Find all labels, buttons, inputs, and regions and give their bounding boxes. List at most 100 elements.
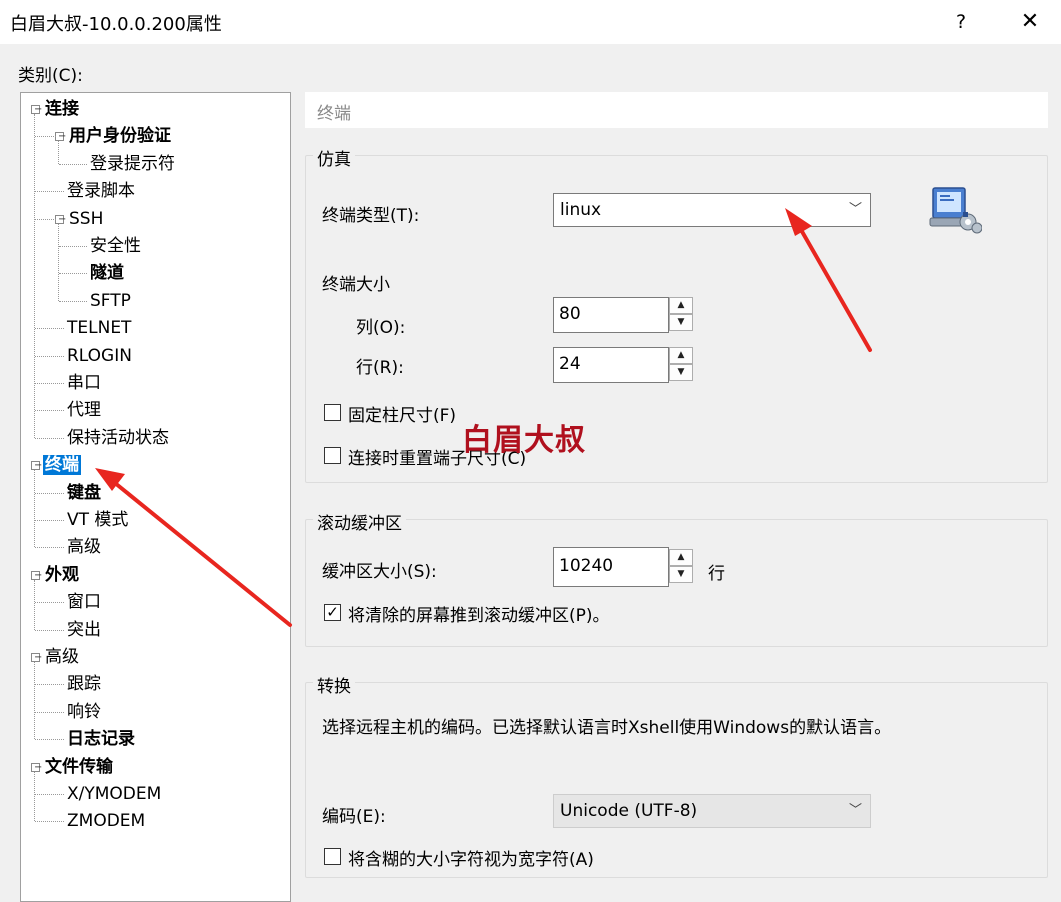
tree-item-label: 保持活动状态	[67, 427, 169, 448]
tree-connector	[59, 300, 87, 302]
spin-up-icon[interactable]: ▲	[669, 347, 693, 364]
category-tree[interactable]: − 连接 − 用户身份验证 登录提示符 登录脚本 − SSH 安全性 隧道 SFTP TELNET RL…	[20, 92, 291, 902]
tree-item[interactable]: 突出	[65, 617, 103, 643]
tree-item[interactable]: 跟踪	[65, 671, 103, 697]
spin-up-icon[interactable]: ▲	[669, 297, 693, 314]
tree-item-label: 突出	[67, 619, 101, 640]
rows-label: 行(R):	[356, 358, 404, 378]
tree-connector	[35, 547, 64, 549]
tree-item[interactable]: − SSH	[55, 206, 105, 232]
help-button[interactable]: ?	[944, 6, 978, 38]
spin-down-icon[interactable]: ▼	[669, 314, 693, 331]
tree-connector	[34, 771, 35, 822]
tree-item[interactable]: − 外观	[31, 562, 81, 588]
tree-connector	[35, 629, 64, 631]
tree-connector	[35, 437, 64, 439]
rows-input[interactable]: 24	[553, 347, 669, 383]
scrollback-group	[305, 519, 1048, 647]
tree-item[interactable]: 串口	[65, 370, 103, 396]
emulation-group-title: 仿真	[313, 145, 355, 170]
rows-stepper[interactable]: ▲ ▼	[669, 347, 693, 381]
spin-down-icon[interactable]: ▼	[669, 566, 693, 583]
tree-item-label: 连接	[45, 99, 79, 119]
collapse-icon[interactable]: −	[31, 105, 42, 115]
tree-item[interactable]: 日志记录	[65, 726, 137, 752]
tree-item-label: 高级	[45, 647, 79, 667]
tree-item[interactable]: − 终端	[31, 452, 81, 478]
tree-item[interactable]: SFTP	[88, 288, 133, 314]
tree-item[interactable]: TELNET	[65, 315, 133, 341]
spin-down-icon[interactable]: ▼	[669, 364, 693, 381]
collapse-icon[interactable]: −	[31, 762, 42, 772]
tree-item-label: 隧道	[90, 263, 124, 284]
tree-item[interactable]: 登录提示符	[88, 151, 177, 177]
tree-item[interactable]: X/YMODEM	[65, 781, 163, 807]
tree-connector	[59, 163, 87, 165]
collapse-icon[interactable]: −	[31, 461, 42, 471]
tree-item-label: 键盘	[67, 482, 101, 503]
tree-item[interactable]: 窗口	[65, 589, 103, 615]
translation-group-title: 转换	[313, 672, 355, 697]
tree-item-label: RLOGIN	[67, 345, 132, 366]
window-title: 白眉大叔-10.0.0.200属性	[10, 14, 222, 35]
collapse-icon[interactable]: −	[31, 570, 42, 580]
tree-item-label: VT 模式	[67, 510, 129, 530]
tree-item[interactable]: 高级	[65, 534, 103, 560]
close-button[interactable]: ✕	[1012, 6, 1048, 38]
spin-up-icon[interactable]: ▲	[669, 549, 693, 566]
buffer-size-stepper[interactable]: ▲ ▼	[669, 549, 693, 583]
reset-size-checkbox[interactable]	[324, 447, 341, 464]
tree-item[interactable]: 登录脚本	[65, 178, 137, 204]
tree-item-label: SSH	[69, 208, 104, 229]
tree-item[interactable]: VT 模式	[65, 507, 130, 533]
tree-connector	[35, 520, 64, 521]
tree-item[interactable]: ZMODEM	[65, 808, 147, 834]
fixed-cols-checkbox[interactable]	[324, 404, 341, 421]
tree-item[interactable]: − 连接	[31, 96, 81, 122]
tree-connector	[35, 218, 56, 220]
tree-connector	[34, 579, 35, 630]
tree-item[interactable]: − 用户身份验证	[55, 123, 173, 149]
encoding-description: 选择远程主机的编码。已选择默认语言时Xshell使用Windows的默认语言。	[322, 718, 892, 738]
tree-item[interactable]: 保持活动状态	[65, 425, 171, 451]
buffer-size-label: 缓冲区大小(S):	[322, 562, 437, 582]
tree-connector	[34, 114, 35, 438]
collapse-icon[interactable]: −	[55, 132, 66, 142]
tree-connector	[34, 470, 35, 548]
tree-connector	[58, 141, 59, 164]
encoding-value: Unicode (UTF-8)	[560, 801, 698, 821]
tree-item-label: 登录脚本	[67, 181, 135, 202]
tree-item[interactable]: 代理	[65, 397, 103, 423]
tree-item-label: 文件传输	[45, 756, 113, 777]
push-cleared-checkbox[interactable]: ✓	[324, 604, 341, 621]
tree-item-label: 安全性	[90, 236, 141, 256]
tree-item[interactable]: 安全性	[88, 233, 143, 259]
tree-connector	[34, 662, 35, 740]
tree-connector	[59, 273, 87, 275]
tree-item-label: 响铃	[67, 701, 101, 722]
collapse-icon[interactable]: −	[55, 214, 66, 224]
tree-item-label: 用户身份验证	[69, 126, 171, 147]
collapse-icon[interactable]: −	[31, 653, 42, 663]
buffer-size-input[interactable]: 10240	[553, 547, 669, 587]
tree-item[interactable]: RLOGIN	[65, 343, 134, 369]
cols-stepper[interactable]: ▲ ▼	[669, 297, 693, 331]
cols-input[interactable]: 80	[553, 297, 669, 333]
tree-item-label: X/YMODEM	[67, 784, 162, 804]
tree-connector	[35, 684, 64, 686]
tree-item[interactable]: 键盘	[65, 480, 103, 506]
tree-item[interactable]: 隧道	[88, 260, 126, 286]
watermark: 白眉大叔	[462, 423, 586, 458]
tree-connector	[35, 328, 64, 330]
tree-connector	[35, 711, 64, 713]
encoding-select[interactable]: Unicode (UTF-8) ﹀	[553, 794, 871, 828]
wide-char-checkbox[interactable]	[324, 848, 341, 865]
tree-item[interactable]: − 高级	[31, 644, 81, 670]
panel-header-bar	[305, 92, 1048, 128]
chevron-down-icon: ﹀	[848, 202, 862, 217]
tree-item[interactable]: − 文件传输	[31, 754, 115, 780]
terminal-type-select[interactable]: linux ﹀	[553, 193, 871, 227]
tree-item[interactable]: 响铃	[65, 699, 103, 725]
tree-item-label: 高级	[67, 537, 101, 558]
tree-connector	[35, 794, 64, 795]
